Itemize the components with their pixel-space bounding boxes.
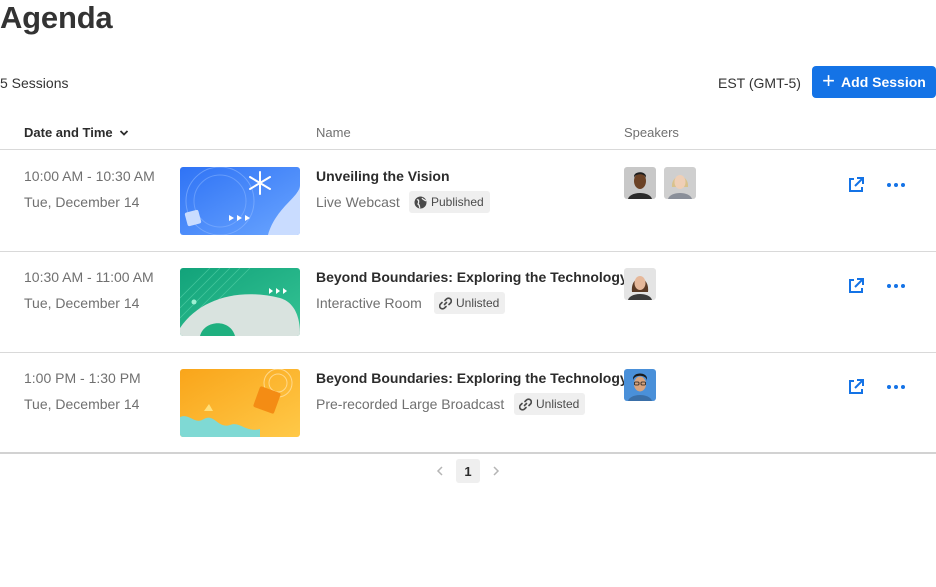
chevron-left-icon[interactable] [434, 462, 446, 480]
open-external-icon[interactable] [846, 276, 866, 296]
chevron-right-icon[interactable] [490, 462, 502, 480]
session-type: Interactive Room [316, 295, 422, 311]
header-date-label: Date and Time [24, 125, 113, 140]
session-time: 1:00 PM - 1:30 PM [24, 370, 141, 386]
page-title: Agenda [0, 0, 113, 35]
add-session-button[interactable]: + Add Session [812, 66, 936, 98]
session-name[interactable]: Beyond Boundaries: Exploring the Technol… [316, 269, 628, 285]
status-badge: Unlisted [434, 292, 506, 314]
header-speakers: Speakers [624, 125, 679, 140]
sort-date-header[interactable]: Date and Time [24, 125, 129, 140]
session-name[interactable]: Beyond Boundaries: Exploring the Technol… [316, 370, 628, 386]
session-thumbnail[interactable] [180, 167, 300, 235]
status-badge: Published [409, 191, 490, 213]
session-type: Live Webcast [316, 194, 400, 210]
avatar [624, 167, 656, 199]
table-row[interactable]: 10:30 AM - 11:00 AM Tue, December 14 Bey… [0, 252, 936, 353]
status-label: Published [431, 195, 484, 209]
session-date: Tue, December 14 [24, 295, 140, 311]
add-session-label: Add Session [841, 74, 926, 90]
more-options-icon[interactable] [885, 377, 907, 397]
open-external-icon[interactable] [846, 175, 866, 195]
status-badge: Unlisted [514, 393, 586, 415]
avatar [664, 167, 696, 199]
session-time: 10:30 AM - 11:00 AM [24, 269, 154, 285]
table-header: Date and Time Name Speakers [0, 118, 936, 150]
session-date: Tue, December 14 [24, 396, 140, 412]
header-name: Name [316, 125, 351, 140]
status-label: Unlisted [456, 296, 500, 310]
pagination: 1 [0, 459, 936, 483]
timezone-label: EST (GMT-5) [718, 75, 801, 91]
session-thumbnail[interactable] [180, 369, 300, 437]
session-time: 10:00 AM - 10:30 AM [24, 168, 155, 184]
table-row[interactable]: 10:00 AM - 10:30 AM Tue, December 14 Unv… [0, 151, 936, 252]
table-row[interactable]: 1:00 PM - 1:30 PM Tue, December 14 Beyon… [0, 353, 936, 454]
globe-icon [414, 196, 427, 208]
open-external-icon[interactable] [846, 377, 866, 397]
more-options-icon[interactable] [885, 276, 907, 296]
session-count: 5 Sessions [0, 75, 69, 91]
session-date: Tue, December 14 [24, 194, 140, 210]
link-icon [439, 296, 452, 310]
session-thumbnail[interactable] [180, 268, 300, 336]
chevron-down-icon [119, 129, 128, 136]
session-type: Pre-recorded Large Broadcast [316, 396, 505, 412]
avatar [624, 369, 656, 401]
plus-icon: + [822, 68, 836, 93]
status-label: Unlisted [536, 397, 580, 411]
avatar [624, 268, 656, 300]
more-options-icon[interactable] [885, 175, 907, 195]
page-number-button[interactable]: 1 [456, 459, 480, 483]
session-name[interactable]: Unveiling the Vision [316, 168, 450, 184]
link-icon [519, 397, 532, 411]
